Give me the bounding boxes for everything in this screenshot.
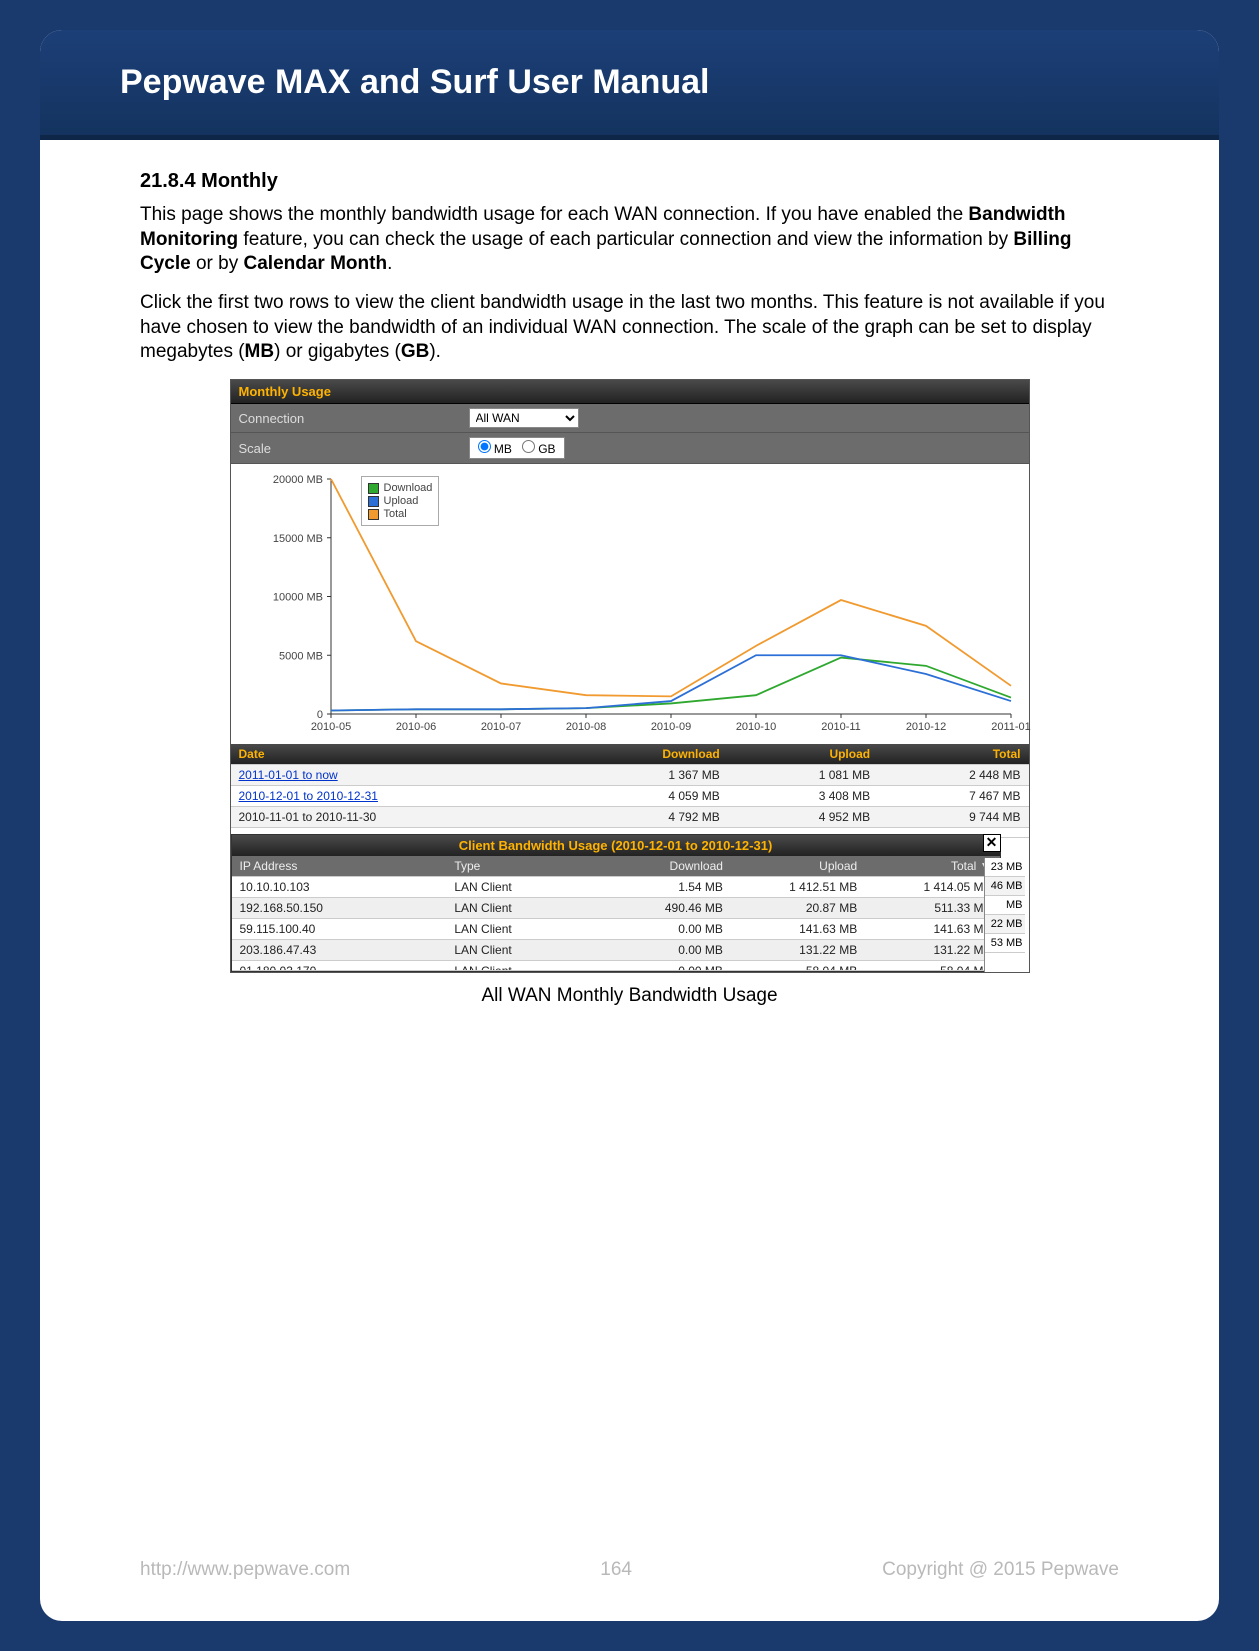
section-heading: 21.8.4 Monthly [140,170,1119,193]
col-pop-download: Download [589,859,723,873]
svg-text:15000 MB: 15000 MB [272,533,322,545]
svg-text:2010-06: 2010-06 [395,721,435,733]
line-chart: 0 5000 MB 10000 MB 15000 MB 20000 MB 2010-05 2… [231,464,1031,744]
scale-row: Scale MB GB [231,433,1029,464]
close-icon[interactable]: ✕ [983,834,1001,852]
svg-text:2010-09: 2010-09 [650,721,690,733]
popup-wrapper: ✕ Client Bandwidth Usage (2010-12-01 to … [231,834,1029,972]
svg-text:20000 MB: 20000 MB [272,474,322,486]
legend-download: Download [368,482,433,494]
popup-header-row: IP Address Type Download Upload Total ▼ [232,856,1000,877]
col-upload: Upload [720,747,870,761]
footer-page-number: 164 [566,1559,666,1581]
scale-gb-radio[interactable] [522,440,535,453]
col-total: Total [870,747,1020,761]
popup-body: 10.10.10.103LAN Client1.54 MB1 412.51 MB… [232,877,1000,971]
section-title-text: Monthly [201,170,278,192]
svg-text:2010-12: 2010-12 [905,721,945,733]
paragraph-1: This page shows the monthly bandwidth us… [140,203,1119,277]
svg-text:2010-05: 2010-05 [310,721,350,733]
page-footer: http://www.pepwave.com 164 Copyright @ 2… [140,1559,1119,1581]
scale-radios: MB GB [469,437,565,459]
legend-total: Total [368,508,433,520]
connection-row: Connection All WAN [231,404,1029,433]
screenshot-panel: Monthly Usage Connection All WAN Scale M… [230,379,1030,973]
svg-text:2011-01: 2011-01 [991,721,1031,733]
header-band: Pepwave MAX and Surf User Manual [40,30,1219,140]
col-ip: IP Address [240,859,455,873]
svg-text:2010-10: 2010-10 [735,721,775,733]
date-link[interactable]: 2011-01-01 to now [239,768,338,782]
svg-text:5000 MB: 5000 MB [278,650,322,662]
list-item: 192.168.50.150LAN Client490.46 MB20.87 M… [232,898,1000,919]
svg-text:2010-08: 2010-08 [565,721,605,733]
panel-title: Monthly Usage [231,380,1029,404]
usage-table-body: 2011-01-01 to now1 367 MB1 081 MB2 448 M… [231,765,1029,838]
list-item: 10.10.10.103LAN Client1.54 MB1 412.51 MB… [232,877,1000,898]
date-link[interactable]: 2010-12-01 to 2010-12-31 [239,789,378,803]
document-page: Pepwave MAX and Surf User Manual 21.8.4 … [40,30,1219,1621]
scale-mb-radio[interactable] [478,440,491,453]
scale-gb-option[interactable]: GB [522,440,556,456]
col-pop-total[interactable]: Total ▼ [857,859,991,873]
footer-copyright: Copyright @ 2015 Pepwave [882,1559,1119,1581]
table-row: 2010-11-01 to 2010-11-304 792 MB4 952 MB… [231,807,1029,828]
scale-label: Scale [239,441,469,456]
connection-label: Connection [239,411,469,426]
col-pop-upload: Upload [723,859,857,873]
table-row[interactable]: 2010-12-01 to 2010-12-314 059 MB3 408 MB… [231,786,1029,807]
svg-text:0: 0 [316,709,322,721]
chart-legend: Download Upload Total [361,476,440,526]
col-download: Download [569,747,719,761]
footer-url: http://www.pepwave.com [140,1559,350,1581]
svg-text:2010-11: 2010-11 [821,721,861,733]
table-row[interactable]: 2011-01-01 to now1 367 MB1 081 MB2 448 M… [231,765,1029,786]
paragraph-2: Click the first two rows to view the cli… [140,291,1119,365]
list-item: 59.115.100.40LAN Client0.00 MB141.63 MB1… [232,919,1000,940]
svg-text:2010-07: 2010-07 [480,721,520,733]
connection-select[interactable]: All WAN [469,408,579,428]
col-type: Type [454,859,588,873]
content-area: 21.8.4 Monthly This page shows the month… [40,140,1219,1007]
svg-text:10000 MB: 10000 MB [272,592,322,604]
page-title: Pepwave MAX and Surf User Manual [120,63,710,102]
list-item: 203.186.47.43LAN Client0.00 MB131.22 MB1… [232,940,1000,961]
usage-table-header: Date Download Upload Total [231,744,1029,765]
scale-mb-option[interactable]: MB [478,440,512,456]
list-item: 01 180 03 170LAN Client0.00 MB58.04 MB58… [232,961,1000,971]
section-number: 21.8.4 [140,170,196,192]
chart-area: 0 5000 MB 10000 MB 15000 MB 20000 MB 2010-05 2… [231,464,1029,744]
popup-title: Client Bandwidth Usage (2010-12-01 to 20… [232,835,1000,856]
table-right-slice: 23 MB46 MBMB22 MB53 MB [984,858,1028,972]
legend-upload: Upload [368,495,433,507]
client-usage-popup: ✕ Client Bandwidth Usage (2010-12-01 to … [231,834,1001,972]
screenshot-caption: All WAN Monthly Bandwidth Usage [140,985,1119,1007]
col-date: Date [239,747,570,761]
